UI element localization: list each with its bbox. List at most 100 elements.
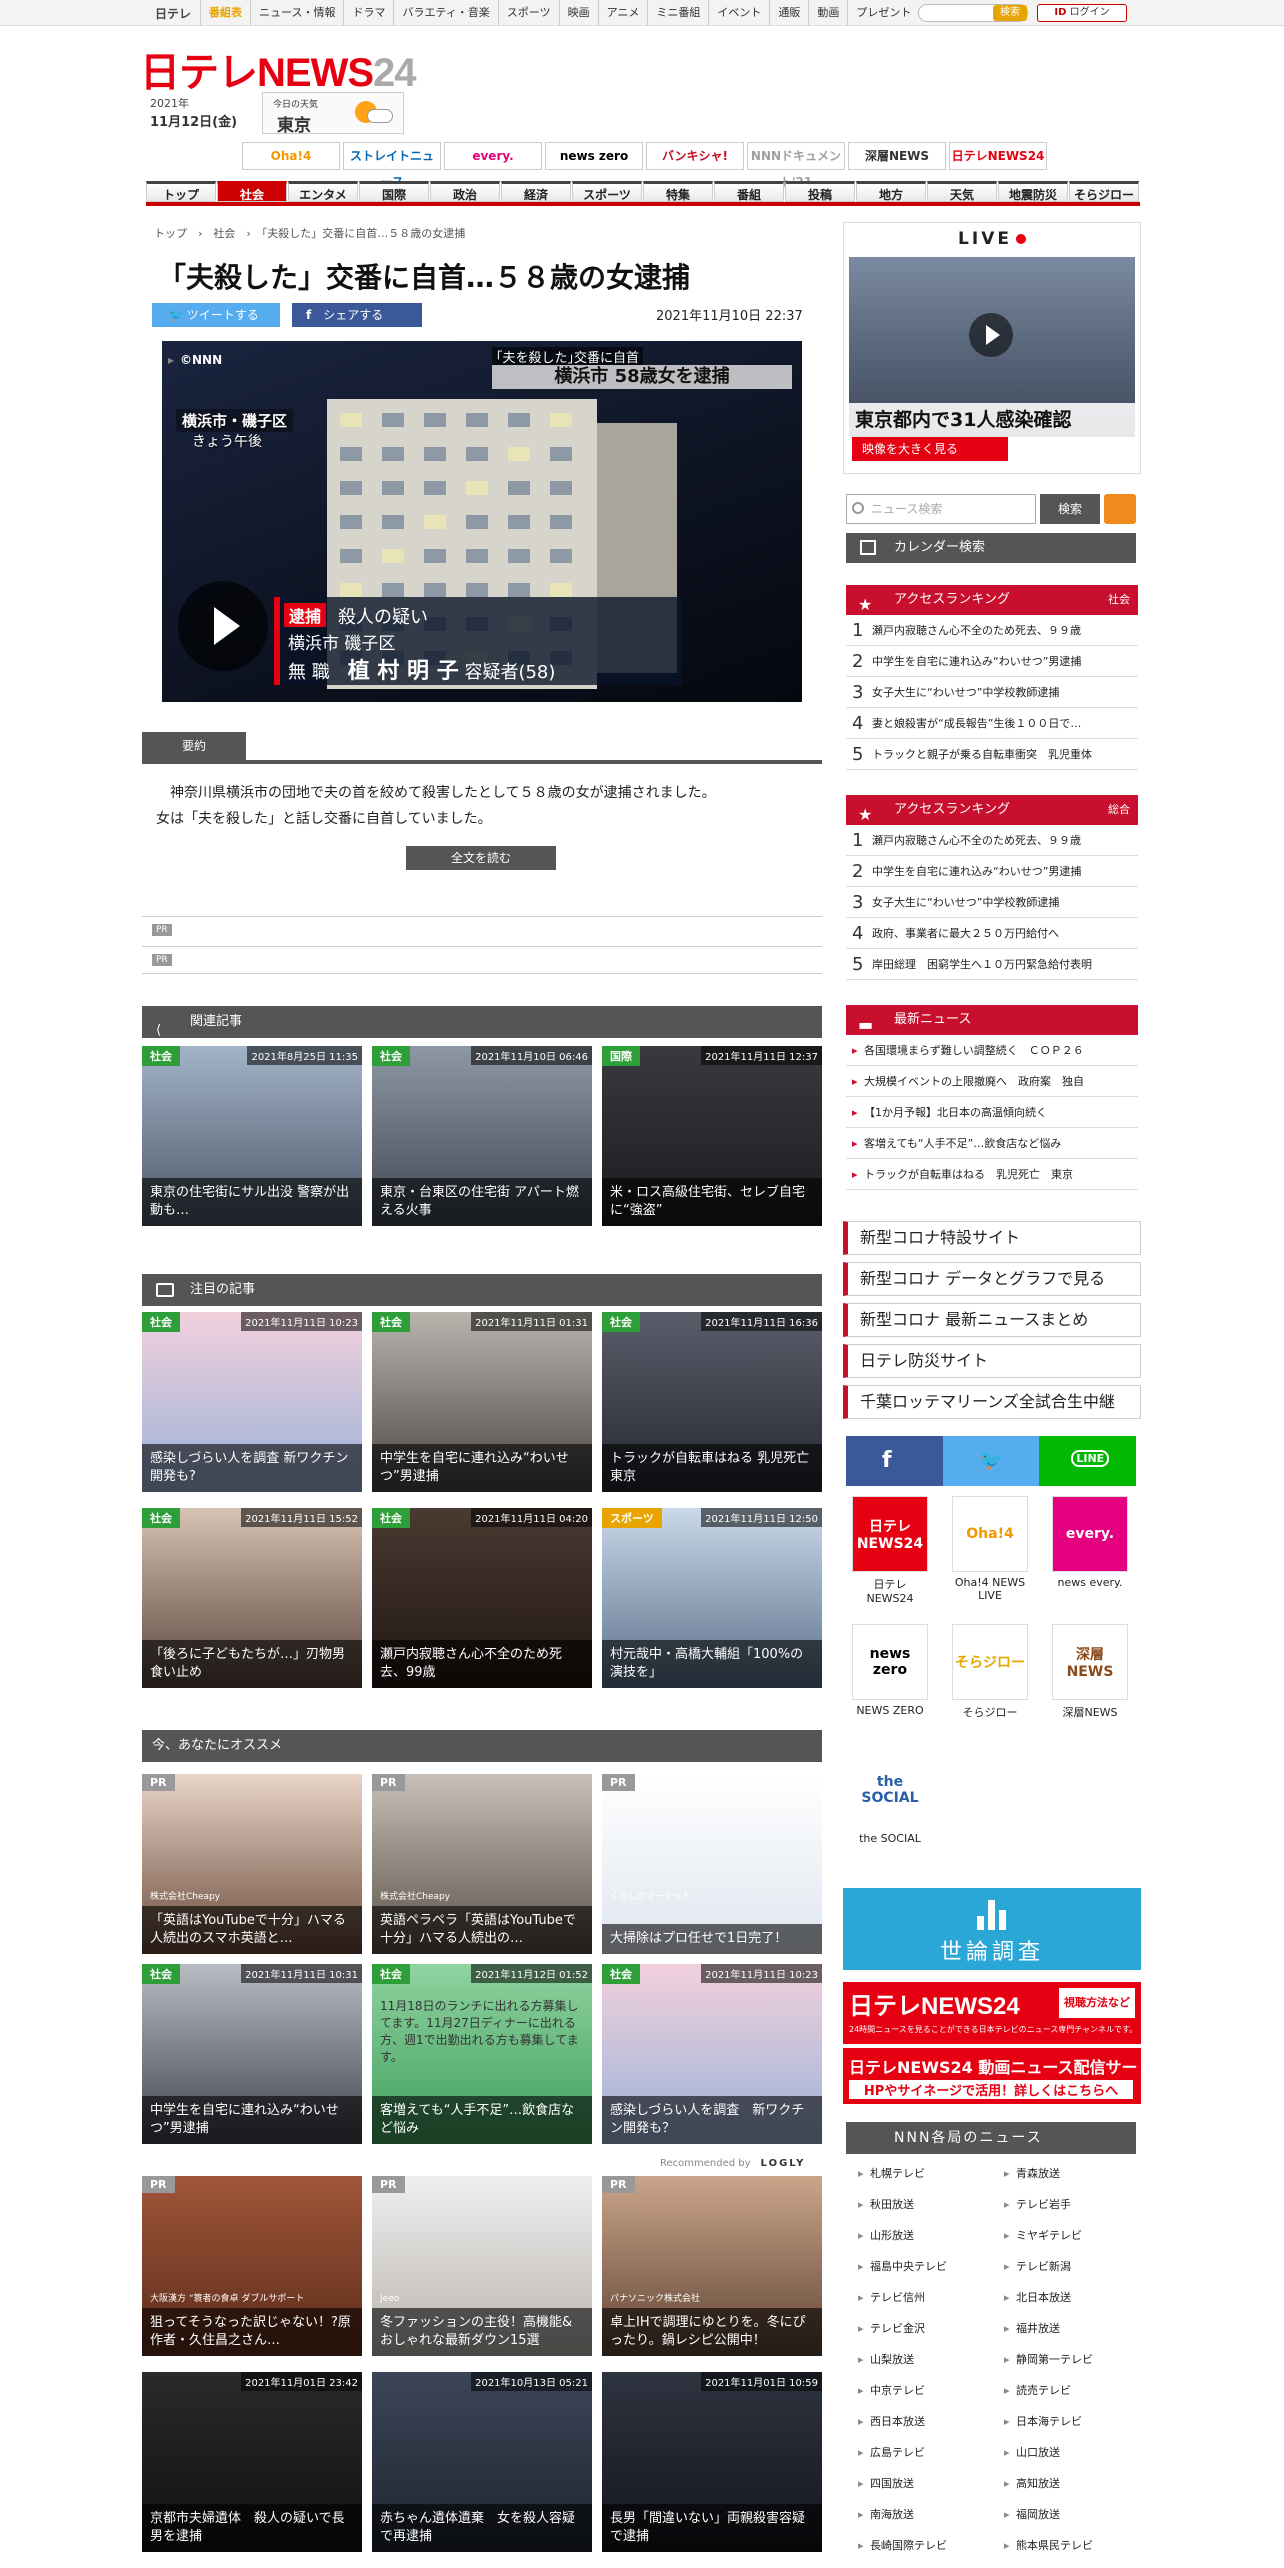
program-banner[interactable]: 日テレNEWS24 (949, 142, 1047, 170)
top-nav-item[interactable]: ニュース・情報 (250, 0, 343, 26)
nnn-station-link[interactable]: 秋田放送 (856, 2189, 914, 2220)
program-banner[interactable]: ストレイトニュース (343, 142, 441, 189)
article-card[interactable]: 社会 2021年11月11日 10:23 感染しづらい人を調査 新ワクチン開発も？ (602, 1964, 822, 2144)
program-banner[interactable]: news zero (545, 142, 643, 170)
program-banner[interactable]: 深層NEWS (848, 142, 946, 170)
rss-icon[interactable] (1104, 494, 1136, 524)
article-card[interactable]: PR 株式会社Cheapy 英語ペラペラ「英語はYouTubeで十分」ハマる人続出の… (372, 1774, 592, 1954)
login-button[interactable]: ID ログイン (1037, 4, 1127, 22)
channel-item[interactable]: Oha!4 Oha!4 NEWS LIVE (950, 1496, 1030, 1602)
article-card[interactable]: 社会 2021年11月11日 01:31 中学生を自宅に連れ込み“わいせつ”男逮捕 (372, 1312, 592, 1492)
nnn-station-link[interactable]: 中京テレビ (856, 2375, 925, 2406)
play-icon[interactable] (969, 313, 1013, 357)
special-link[interactable]: 新型コロナ特設サイト (843, 1221, 1141, 1255)
main-nav-item[interactable]: エンタメ (288, 181, 358, 202)
article-card[interactable]: 社会 2021年11月11日 16:36 トラックが自転車はねる 乳児死亡 東京 (602, 1312, 822, 1492)
nnn-station-link[interactable]: 北日本放送 (1002, 2282, 1071, 2313)
ranking-item[interactable]: 3 女子大生に“わいせつ”中学校教師逮捕 (846, 677, 1138, 708)
nnn-station-link[interactable]: テレビ新潟 (1002, 2251, 1071, 2282)
nnn-station-link[interactable]: 山形放送 (856, 2220, 914, 2251)
ranking-item[interactable]: 1 瀬戸内寂聴さん心不全のため死去、９９歳 (846, 825, 1138, 856)
top-nav-item[interactable]: 動画 (808, 0, 847, 26)
main-nav-item[interactable]: 地震防災 (998, 181, 1068, 202)
article-card[interactable]: スポーツ 2021年11月11日 12:50 村元哉中・高橋大輔組「100%の演技を… (602, 1508, 822, 1688)
ranking-item[interactable]: 5 トラックと親子が乗る自転車衝突 乳児重体 (846, 739, 1138, 770)
ranking-item[interactable]: 4 妻と娘殺害が“成長報告”生後１００日で… (846, 708, 1138, 739)
latest-item[interactable]: 各国環境まらず難しい調整続く ＣＯＰ２６ (846, 1035, 1138, 1066)
nnn-station-link[interactable]: 山口放送 (1002, 2437, 1060, 2468)
main-nav-item[interactable]: 特集 (643, 181, 713, 202)
main-nav-item[interactable]: 地方 (856, 181, 926, 202)
article-card[interactable]: PR 大阪漢方 “簑者の食卓 ダブルサポート 狙ってそうなった訳じゃない！?原作者・… (142, 2176, 362, 2356)
nnn-station-link[interactable]: 四国放送 (856, 2468, 914, 2499)
pr-slot[interactable]: PR (142, 916, 822, 944)
nnn-station-link[interactable]: 福島中央テレビ (856, 2251, 947, 2282)
poll-banner[interactable]: 世論調査 (843, 1888, 1141, 1970)
ranking-item[interactable]: 5 岸田総理 困窮学生へ１０万円緊急給付表明 (846, 949, 1138, 980)
article-card[interactable]: 社会 2021年8月25日 11:35 東京の住宅街にサル出没 警察が出動も… (142, 1046, 362, 1226)
nnn-station-link[interactable]: ミヤギテレビ (1002, 2220, 1082, 2251)
pr-slot[interactable]: PR (142, 946, 822, 974)
special-link[interactable]: 新型コロナ データとグラフで見る (843, 1262, 1141, 1296)
top-nav-item[interactable]: アニメ (597, 0, 648, 26)
weather-widget[interactable]: 今日の天気 東京 (262, 92, 404, 136)
channel-item[interactable]: そらジロー そらジロー (950, 1624, 1030, 1720)
tweet-button[interactable]: 🐦 ツイートする (152, 303, 280, 327)
article-card[interactable]: PR 株式会社Cheapy 「英語はYouTubeで十分」ハマる人続出のスマホ英語と… (142, 1774, 362, 1954)
nnn-station-link[interactable]: 札幌テレビ (856, 2158, 925, 2189)
twitter-icon[interactable]: 🐦 (942, 1436, 1040, 1486)
top-nav-item[interactable]: ドラマ (343, 0, 393, 26)
top-nav-item[interactable]: ミニ番組 (647, 0, 708, 26)
ranking-item[interactable]: 2 中学生を自宅に連れ込み“わいせつ”男逮捕 (846, 856, 1138, 887)
nnn-station-link[interactable]: 読売テレビ (1002, 2375, 1071, 2406)
nnn-station-link[interactable]: 南海放送 (856, 2499, 914, 2530)
nnn-station-link[interactable]: 青森放送 (1002, 2158, 1060, 2189)
news-search-button[interactable]: 検索 (1040, 494, 1100, 524)
article-card[interactable]: PR パナソニック株式会社 卓上IHで調理にゆとりを。冬にぴったり。鍋レシピ公開中！ (602, 2176, 822, 2356)
ntv-logo[interactable]: 日テレ (155, 5, 191, 22)
main-nav-item[interactable]: 社会 (217, 181, 287, 202)
channel-item[interactable]: every. news every. (1050, 1496, 1130, 1589)
special-link[interactable]: 日テレ防災サイト (843, 1344, 1141, 1378)
news24-video-banner[interactable]: 日テレNEWS24 動画ニュース配信サービス HPやサイネージで活用！詳しくはこ… (843, 2048, 1141, 2104)
play-icon[interactable] (178, 581, 268, 671)
channel-item[interactable]: the SOCIAL the SOCIAL (850, 1752, 930, 1845)
nnn-station-link[interactable]: 山梨放送 (856, 2344, 914, 2375)
special-link[interactable]: 千葉ロッテマリーンズ全試合生中継 (843, 1385, 1141, 1419)
nnn-station-link[interactable]: 静岡第一テレビ (1002, 2344, 1093, 2375)
nnn-station-link[interactable]: 福井放送 (1002, 2313, 1060, 2344)
article-card[interactable]: PR くらしのマーケット 大掃除はプロ任せで1日完了！ (602, 1774, 822, 1954)
summary-tab[interactable]: 要約 (142, 732, 246, 760)
latest-item[interactable]: 大規模イベントの上限撤廃へ 政府案 独自 (846, 1066, 1138, 1097)
channel-item[interactable]: news zero NEWS ZERO (850, 1624, 930, 1717)
nnn-station-link[interactable]: 長崎国際テレビ (856, 2530, 947, 2561)
nnn-station-link[interactable]: テレビ金沢 (856, 2313, 925, 2344)
article-card[interactable]: 社会 2021年11月11日 10:23 感染しづらい人を調査 新ワクチン開発も? (142, 1312, 362, 1492)
article-card[interactable]: 社会 2021年11月11日 04:20 瀬戸内寂聴さん心不全のため死去、99歳 (372, 1508, 592, 1688)
main-nav-item[interactable]: 番組 (714, 181, 784, 202)
channel-item[interactable]: 深層NEWS 深層NEWS (1050, 1624, 1130, 1720)
main-nav-item[interactable]: 経済 (501, 181, 571, 202)
main-nav-item[interactable]: そらジロー (1069, 181, 1139, 202)
article-card[interactable]: 国際 2021年11月11日 12:37 米・ロス高級住宅街、セレブ自宅に“強盗” (602, 1046, 822, 1226)
article-card[interactable]: 社会 2021年11月12日 01:52 11月18日のランチに出れる方募集してます… (372, 1964, 592, 2144)
live-expand-button[interactable]: 映像を大きく見る (852, 437, 1008, 461)
top-nav-item[interactable]: 番組表 (200, 0, 250, 26)
latest-item[interactable]: 客増えても“人手不足”…飲食店など悩み (846, 1128, 1138, 1159)
nnn-station-link[interactable]: 高知放送 (1002, 2468, 1060, 2499)
article-card[interactable]: 2021年10月13日 05:21 赤ちゃん遺体遺棄 女を殺人容疑で再逮捕 (372, 2372, 592, 2552)
program-banner[interactable]: バンキシャ! (646, 142, 744, 170)
read-more-button[interactable]: 全文を読む (406, 846, 556, 870)
nnn-station-link[interactable]: テレビ信州 (856, 2282, 925, 2313)
main-nav-item[interactable]: 国際 (359, 181, 429, 202)
nnn-station-link[interactable]: テレビ岩手 (1002, 2189, 1071, 2220)
main-nav-item[interactable]: スポーツ (572, 181, 642, 202)
news-search-input[interactable]: ニュース検索 (846, 494, 1036, 524)
top-nav-item[interactable]: イベント (708, 0, 769, 26)
line-icon[interactable]: LINE (1039, 1436, 1137, 1486)
article-card[interactable]: 社会 2021年11月11日 10:31 中学生を自宅に連れ込み“わいせつ”男逮捕 (142, 1964, 362, 2144)
article-card[interactable]: PR Jeeo 冬ファッションの主役！高機能&おしゃれな最新ダウン15選 (372, 2176, 592, 2356)
main-nav-item[interactable]: 天気 (927, 181, 997, 202)
nnn-station-link[interactable]: 西日本放送 (856, 2406, 925, 2437)
latest-item[interactable]: トラックが自転車はねる 乳児死亡 東京 (846, 1159, 1138, 1190)
